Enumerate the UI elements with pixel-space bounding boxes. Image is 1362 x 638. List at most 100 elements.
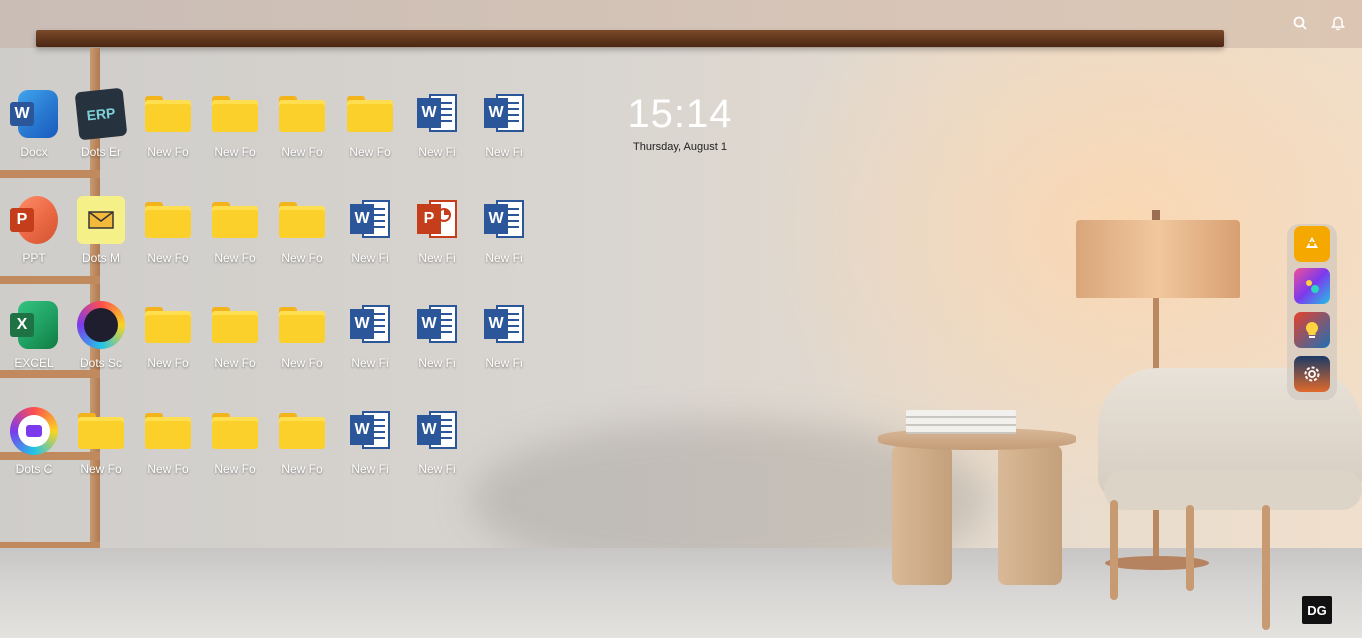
word-file-icon: W (413, 407, 461, 455)
desktop-icon-label: New Fo (281, 462, 323, 476)
desktop-icon[interactable]: New Fo (203, 407, 267, 487)
desktop-icon[interactable]: New Fo (136, 407, 200, 487)
folder-icon (211, 90, 259, 138)
desktop-icon[interactable]: P PPT (2, 196, 66, 276)
desktop-icon[interactable]: W Docx (2, 90, 66, 170)
word-file-icon: W (480, 196, 528, 244)
folder-icon (144, 196, 192, 244)
wallpaper-shelf (36, 30, 1224, 47)
desktop-icon[interactable]: New Fo (203, 90, 267, 170)
folder-icon (144, 90, 192, 138)
word-file-icon: W (346, 407, 394, 455)
desktop-icon[interactable]: Dots M (69, 196, 133, 276)
desktop-icon-label: New Fi (351, 356, 389, 370)
desktop-icon[interactable]: W New Fi (338, 407, 402, 487)
desktop-icon-label: Dots Er (80, 145, 121, 159)
photo-gallery-icon[interactable] (1294, 268, 1330, 304)
desktop-icon-label: New Fi (418, 356, 456, 370)
folder-icon (77, 407, 125, 455)
wallpaper-lamp (1076, 220, 1240, 298)
search-icon[interactable] (1287, 10, 1313, 36)
desktop-icon-label: New Fo (281, 251, 323, 265)
clock-time: 15:14 (627, 92, 733, 136)
desktop-icon-label: New Fo (147, 251, 189, 265)
desktop-icon[interactable]: Dots Sc (69, 301, 133, 381)
wallpaper-books (906, 410, 1016, 434)
desktop-icon-label: New Fi (351, 251, 389, 265)
desktop-icon-label: New Fo (147, 145, 189, 159)
desktop-icon[interactable]: W New Fi (405, 407, 469, 487)
desktop-icon[interactable]: W New Fi (338, 196, 402, 276)
erp-icon: ERP (74, 87, 128, 141)
desktop-icon[interactable]: New Fo (136, 301, 200, 381)
desktop-icon[interactable]: W New Fi (338, 301, 402, 381)
desktop-icon[interactable]: New Fo (270, 301, 334, 381)
desktop-icon[interactable]: W New Fi (472, 301, 536, 381)
desktop-icon[interactable]: New Fo (69, 407, 133, 487)
desktop-icon-label: Docx (20, 145, 48, 159)
dots-social-icon (77, 301, 125, 349)
desktop-icon-label: Dots C (15, 462, 53, 476)
desktop-icon[interactable]: Dots C (2, 407, 66, 487)
folder-icon (278, 407, 326, 455)
desktop-icon-label: New Fo (349, 145, 391, 159)
desktop-icon-label: New Fi (485, 145, 523, 159)
desktop-icon[interactable]: ERP Dots Er (69, 87, 133, 170)
desktop-icon[interactable]: New Fo (270, 196, 334, 276)
folder-icon (144, 301, 192, 349)
mail-icon (77, 196, 125, 244)
desktop-icon-label: New Fo (147, 462, 189, 476)
desktop-icon-label: Dots M (81, 251, 120, 265)
desktop-icon-label: New Fo (281, 145, 323, 159)
desktop-icon[interactable]: New Fo (270, 407, 334, 487)
settings-gear-icon[interactable] (1294, 356, 1330, 392)
desktop-icon-label: New Fo (214, 462, 256, 476)
lightbulb-icon[interactable] (1294, 312, 1330, 348)
word-file-icon: W (480, 90, 528, 138)
desktop-icon-label: New Fo (214, 251, 256, 265)
desktop-icon-label: New Fi (485, 356, 523, 370)
folder-icon (211, 407, 259, 455)
right-dock (1287, 224, 1337, 400)
desktop-icon[interactable]: W New Fi (472, 196, 536, 276)
word-file-icon: W (346, 301, 394, 349)
wallpaper-table (892, 445, 952, 585)
desktop-icon-label: EXCEL (14, 356, 54, 370)
desktop-icon-label: New Fo (214, 145, 256, 159)
folder-icon (211, 301, 259, 349)
folder-icon (144, 407, 192, 455)
folder-icon (278, 90, 326, 138)
excel-app-icon: X (10, 301, 58, 349)
desktop-icon[interactable]: W New Fi (405, 90, 469, 170)
desktop-icon[interactable]: New Fo (270, 90, 334, 170)
desktop-icon-label: New Fo (147, 356, 189, 370)
clock-widget: 15:14 Thursday, August 1 (620, 92, 740, 153)
desktop-icon-label: New Fi (485, 251, 523, 265)
desktop-icon-label: Dots Sc (79, 356, 122, 370)
folder-icon (211, 196, 259, 244)
desktop-icon[interactable]: New Fo (136, 196, 200, 276)
word-file-icon: W (480, 301, 528, 349)
desktop-icon[interactable]: W New Fi (405, 301, 469, 381)
word-file-icon: W (346, 196, 394, 244)
powerpoint-file-icon: P (413, 196, 461, 244)
bell-icon[interactable] (1325, 10, 1351, 36)
desktop-icon[interactable]: New Fo (338, 90, 402, 170)
word-app-icon: W (10, 90, 58, 138)
recycle-bin-icon[interactable] (1294, 226, 1330, 262)
desktop-icon-label: New Fo (214, 356, 256, 370)
desktop-icon[interactable]: W New Fi (472, 90, 536, 170)
desktop-icon[interactable]: New Fo (203, 301, 267, 381)
desktop-icon[interactable]: New Fo (136, 90, 200, 170)
desktop-icon[interactable]: X EXCEL (2, 301, 66, 381)
desktop-icon-label: New Fi (418, 462, 456, 476)
word-file-icon: W (413, 90, 461, 138)
desktop-icon-label: New Fo (80, 462, 122, 476)
brand-logo: DG (1302, 596, 1332, 624)
desktop-icon[interactable]: P New Fi (405, 196, 469, 276)
desktop-icon-label: New Fi (418, 145, 456, 159)
dots-chat-icon (10, 407, 58, 455)
desktop-icon-label: New Fo (281, 356, 323, 370)
desktop-icon[interactable]: New Fo (203, 196, 267, 276)
folder-icon (346, 90, 394, 138)
